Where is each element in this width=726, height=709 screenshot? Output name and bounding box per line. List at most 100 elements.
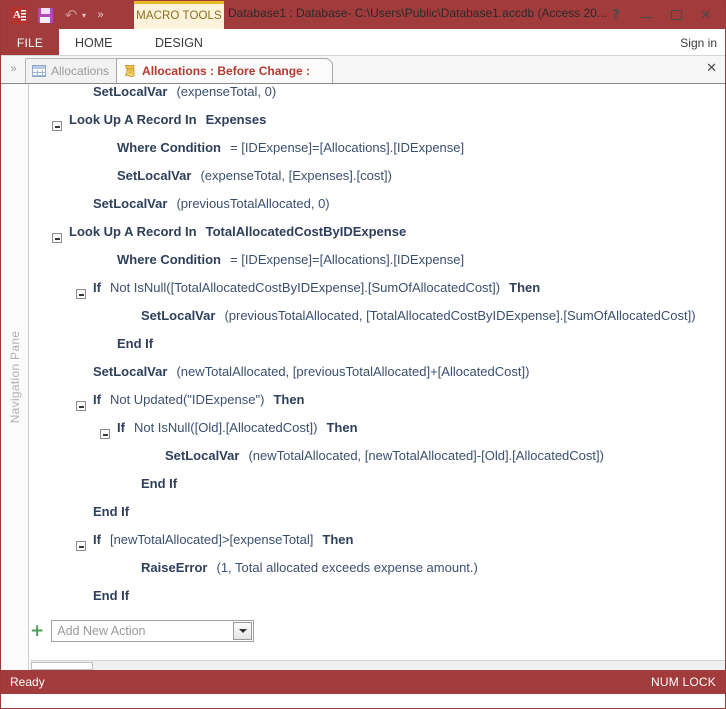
document-tab-bar: » Allocations Allocations : Before Chang… xyxy=(1,56,725,84)
macro-line[interactable]: If Not IsNull([TotalAllocatedCostByIDExpe… xyxy=(30,280,725,308)
title-bar: A ↶ ▾ » MACRO TOOLS Database1 : Database… xyxy=(1,1,725,56)
macro-line[interactable]: If [newTotalAllocated]>[expenseTotal] Then xyxy=(30,532,725,560)
navigation-pane-expand-button[interactable]: » xyxy=(1,55,25,83)
macro-arguments: = [IDExpense]=[Allocations].[IDExpense] xyxy=(230,140,465,155)
macro-action-name: If xyxy=(93,280,101,295)
chevron-down-icon xyxy=(238,629,247,633)
collapse-toggle-icon[interactable] xyxy=(100,429,110,439)
macro-arguments: (1, Total allocated exceeds expense amou… xyxy=(216,560,478,575)
macro-line[interactable]: End If xyxy=(30,476,725,504)
add-new-action-combobox[interactable]: Add New Action xyxy=(51,620,255,642)
collapse-toggle-icon[interactable] xyxy=(76,541,86,551)
macro-line[interactable]: If Not Updated("IDExpense") Then xyxy=(30,392,725,420)
access-app-logo[interactable]: A xyxy=(7,3,31,27)
navigation-pane-collapsed[interactable]: Navigation Pane xyxy=(1,84,29,670)
macro-scroll-icon xyxy=(123,64,137,78)
undo-icon: ↶ xyxy=(64,5,78,24)
status-bar: Ready NUM LOCK xyxy=(1,670,725,694)
contextual-group-label: MACRO TOOLS xyxy=(136,10,222,22)
macro-action-name: End If xyxy=(117,336,154,351)
minimize-button[interactable] xyxy=(631,2,661,28)
save-button[interactable] xyxy=(33,3,57,27)
collapse-toggle-icon[interactable] xyxy=(52,121,62,131)
macro-action-name: SetLocalVar xyxy=(141,308,216,323)
doc-tab-allocations[interactable]: Allocations xyxy=(25,58,125,83)
collapse-toggle-icon[interactable] xyxy=(76,289,86,299)
macro-action-name: RaiseError xyxy=(141,560,208,575)
macro-action-name: End If xyxy=(93,504,130,519)
macro-arguments: (newTotalAllocated, [newTotalAllocated]-… xyxy=(248,448,604,463)
close-button[interactable]: ✕ xyxy=(691,2,721,28)
macro-target-name: TotalAllocatedCostByIDExpense xyxy=(205,224,407,239)
sign-in-link[interactable]: Sign in xyxy=(680,29,717,56)
maximize-button[interactable] xyxy=(661,2,691,28)
macro-action-name: SetLocalVar xyxy=(93,364,168,379)
macro-line[interactable]: SetLocalVar (expenseTotal, [Expenses].[co… xyxy=(30,168,725,196)
macro-action-name: SetLocalVar xyxy=(117,168,192,183)
macro-then-keyword: Then xyxy=(326,420,358,435)
add-new-action-row: + Add New Action xyxy=(30,616,725,646)
horizontal-scrollbar[interactable] xyxy=(30,660,725,670)
macro-then-keyword: Then xyxy=(322,532,354,547)
macro-line[interactable]: SetLocalVar (previousTotalAllocated, [Tot… xyxy=(30,308,725,336)
macro-line[interactable]: SetLocalVar (expenseTotal, 0) xyxy=(30,84,725,112)
macro-action-name: Look Up A Record In xyxy=(69,224,197,239)
macro-action-name: Where Condition xyxy=(117,252,221,267)
macro-line[interactable]: SetLocalVar (newTotalAllocated, [newTotal… xyxy=(30,448,725,476)
macro-then-keyword: Then xyxy=(273,392,305,407)
macro-line[interactable]: SetLocalVar (newTotalAllocated, [previous… xyxy=(30,364,725,392)
macro-action-name: End If xyxy=(141,476,178,491)
ribbon-tab-row: FILE HOME DESIGN Sign in xyxy=(1,29,725,56)
macro-line[interactable]: End If xyxy=(30,336,725,364)
collapse-toggle-icon[interactable] xyxy=(76,401,86,411)
scrollbar-thumb[interactable] xyxy=(31,662,93,670)
tab-file[interactable]: FILE xyxy=(1,29,59,56)
macro-line-list: SetLocalVar (expenseTotal, 0) Look Up A Re… xyxy=(30,84,725,616)
chevron-right-icon: » xyxy=(97,9,103,21)
collapse-toggle-icon[interactable] xyxy=(52,233,62,243)
macro-arguments: Not IsNull([TotalAllocatedCostByIDExpens… xyxy=(109,280,501,295)
macro-line[interactable]: Where Condition = [IDExpense]=[Allocation… xyxy=(30,252,725,280)
undo-dropdown-icon[interactable]: ▾ xyxy=(82,11,86,20)
macro-line[interactable]: Look Up A Record In Expenses xyxy=(30,112,725,140)
close-document-button[interactable]: ✕ xyxy=(706,61,717,76)
add-new-action-dropdown-button[interactable] xyxy=(233,622,253,640)
navigation-pane-label: Navigation Pane xyxy=(7,330,22,424)
macro-line[interactable]: RaiseError (1, Total allocated exceeds ex… xyxy=(30,560,725,588)
tab-design[interactable]: DESIGN xyxy=(134,29,224,56)
app-logo-bars xyxy=(20,9,26,21)
macro-line[interactable]: Where Condition = [IDExpense]=[Allocation… xyxy=(30,140,725,168)
doc-tab-label: Allocations : Before Change : xyxy=(142,64,311,78)
add-new-action-input[interactable]: Add New Action xyxy=(52,621,233,641)
num-lock-indicator: NUM LOCK xyxy=(651,675,716,689)
macro-action-name: Where Condition xyxy=(117,140,221,155)
macro-design-canvas[interactable]: SetLocalVar (expenseTotal, 0) Look Up A Re… xyxy=(30,84,725,670)
minimize-icon xyxy=(640,16,652,19)
doc-tab-label: Allocations xyxy=(51,64,110,78)
macro-arguments: (previousTotalAllocated, [TotalAllocated… xyxy=(224,308,696,323)
macro-line[interactable]: Look Up A Record In TotalAllocatedCostByI… xyxy=(30,224,725,252)
macro-arguments: (expenseTotal, 0) xyxy=(176,84,277,99)
body-area: Navigation Pane SetLocalVar (expenseTotal… xyxy=(1,84,725,670)
status-message: Ready xyxy=(10,675,45,689)
macro-arguments: Not IsNull([Old].[AllocatedCost]) xyxy=(133,420,318,435)
macro-arguments: Not Updated("IDExpense") xyxy=(109,392,265,407)
maximize-icon xyxy=(670,10,682,20)
macro-line[interactable]: SetLocalVar (previousTotalAllocated, 0) xyxy=(30,196,725,224)
doc-tab-allocations-before-change[interactable]: Allocations : Before Change : xyxy=(116,58,334,83)
macro-action-name: If xyxy=(117,420,125,435)
add-icon[interactable]: + xyxy=(30,622,44,640)
quick-access-toolbar: A ↶ ▾ » xyxy=(7,1,112,29)
macro-arguments: [newTotalAllocated]>[expenseTotal] xyxy=(109,532,314,547)
customize-quick-access-button[interactable]: » xyxy=(88,3,112,27)
macro-action-name: SetLocalVar xyxy=(165,448,240,463)
tab-home[interactable]: HOME xyxy=(63,29,125,56)
help-button[interactable]: ? xyxy=(601,2,631,28)
undo-button[interactable]: ↶ xyxy=(59,3,83,27)
table-icon xyxy=(32,65,46,77)
macro-line[interactable]: End If xyxy=(30,588,725,616)
macro-line[interactable]: If Not IsNull([Old].[AllocatedCost]) Then xyxy=(30,420,725,448)
macro-line[interactable]: End If xyxy=(30,504,725,532)
access-window: A ↶ ▾ » MACRO TOOLS Database1 : Database… xyxy=(0,0,726,709)
macro-then-keyword: Then xyxy=(509,280,541,295)
